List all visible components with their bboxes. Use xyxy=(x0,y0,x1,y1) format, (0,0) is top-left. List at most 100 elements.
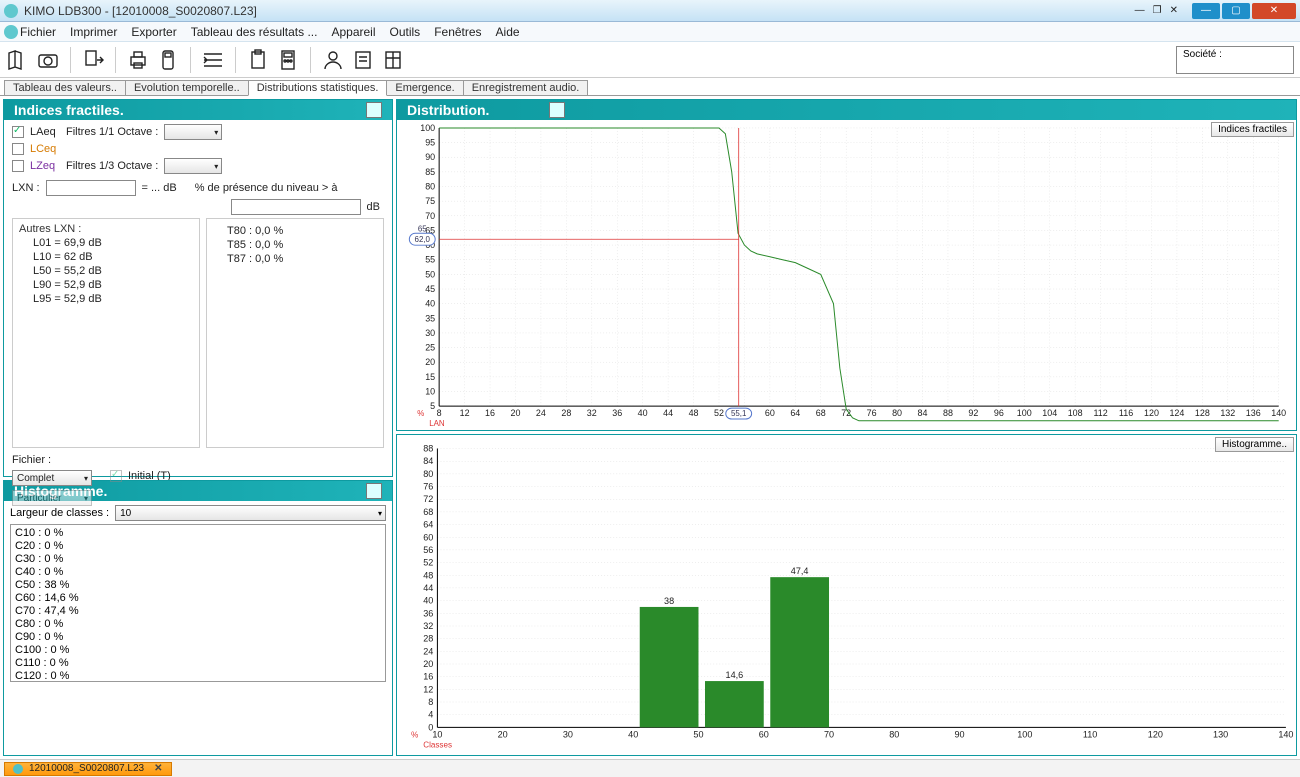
svg-text:60: 60 xyxy=(759,729,769,739)
t-item: T85 : 0,0 % xyxy=(227,239,377,251)
checkbox-lzeq[interactable] xyxy=(12,160,24,172)
toolbar: Société : xyxy=(0,42,1300,78)
tab-distributions[interactable]: Distributions statistiques. xyxy=(248,80,388,96)
menu-item[interactable]: Fenêtres xyxy=(434,25,481,39)
svg-text:36: 36 xyxy=(423,608,433,618)
fichier-select[interactable]: Complet xyxy=(12,470,92,486)
svg-text:110: 110 xyxy=(1083,729,1097,739)
lxn-input[interactable] xyxy=(46,180,136,196)
mdi-close-icon[interactable]: ✕ xyxy=(1170,5,1178,16)
clipboard-icon[interactable] xyxy=(246,48,270,72)
mdi-min-icon[interactable]: — xyxy=(1135,5,1145,16)
task-label: 12010008_S0020807.L23 xyxy=(29,763,144,774)
select-filter-13[interactable] xyxy=(164,158,222,174)
book-icon[interactable] xyxy=(6,48,30,72)
tab-audio[interactable]: Enregistrement audio. xyxy=(463,80,589,95)
menu-item[interactable]: Appareil xyxy=(331,25,375,39)
svg-text:80: 80 xyxy=(889,729,899,739)
svg-text:5: 5 xyxy=(430,401,435,411)
svg-text:28: 28 xyxy=(561,408,571,418)
sheet-icon[interactable] xyxy=(381,48,405,72)
menu-item[interactable]: Outils xyxy=(390,25,421,39)
label-laeq: LAeq xyxy=(30,126,60,138)
svg-text:140: 140 xyxy=(1278,729,1293,739)
svg-text:120: 120 xyxy=(1148,729,1163,739)
svg-text:52: 52 xyxy=(423,558,433,568)
panel-indices: Indices fractiles. LAeq Filtres 1/1 Octa… xyxy=(3,99,393,477)
largeur-select[interactable]: 10 xyxy=(115,505,386,521)
indent-icon[interactable] xyxy=(201,48,225,72)
menu-item[interactable]: Fichier xyxy=(20,25,56,39)
mdi-restore-icon[interactable]: ❐ xyxy=(1153,5,1162,16)
menu-item[interactable]: Exporter xyxy=(131,25,176,39)
svg-text:40: 40 xyxy=(423,596,433,606)
device-icon[interactable] xyxy=(156,48,180,72)
menu-item[interactable]: Imprimer xyxy=(70,25,117,39)
svg-text:40: 40 xyxy=(425,299,435,309)
tab-emergence[interactable]: Emergence. xyxy=(386,80,463,95)
svg-text:120: 120 xyxy=(1144,408,1159,418)
svg-text:25: 25 xyxy=(425,343,435,353)
svg-text:44: 44 xyxy=(663,408,673,418)
svg-text:80: 80 xyxy=(425,181,435,191)
svg-text:20: 20 xyxy=(510,408,520,418)
task-close-icon[interactable]: ✕ xyxy=(154,763,162,774)
svg-text:72: 72 xyxy=(423,494,433,504)
copy-icon[interactable] xyxy=(366,483,382,499)
close-button[interactable]: ✕ xyxy=(1252,3,1296,19)
checkbox-laeq[interactable] xyxy=(12,126,24,138)
camera-icon[interactable] xyxy=(36,48,60,72)
copy-icon[interactable] xyxy=(366,102,382,118)
svg-text:100: 100 xyxy=(1017,408,1032,418)
svg-text:38: 38 xyxy=(664,596,674,606)
histogram-chart[interactable]: 0481216202428323640444852566064687276808… xyxy=(397,435,1296,755)
presence-input[interactable] xyxy=(231,199,361,215)
svg-text:16: 16 xyxy=(423,672,433,682)
user-icon[interactable] xyxy=(321,48,345,72)
note-icon[interactable] xyxy=(351,48,375,72)
svg-text:112: 112 xyxy=(1093,408,1107,418)
svg-text:8: 8 xyxy=(428,697,433,707)
societe-box: Société : xyxy=(1176,46,1294,74)
checkbox-initial xyxy=(110,470,122,482)
tab-valeurs[interactable]: Tableau des valeurs.. xyxy=(4,80,126,95)
printer-icon[interactable] xyxy=(126,48,150,72)
taskbar-item[interactable]: 12010008_S0020807.L23 ✕ xyxy=(4,762,172,776)
svg-text:%: % xyxy=(417,409,424,418)
histogramme-button[interactable]: Histogramme.. xyxy=(1215,437,1294,452)
class-list[interactable]: C10 : 0 % C20 : 0 % C30 : 0 % C40 : 0 % … xyxy=(10,524,386,682)
calculator-icon[interactable] xyxy=(276,48,300,72)
checkbox-lceq[interactable] xyxy=(12,143,24,155)
svg-text:136: 136 xyxy=(1246,408,1261,418)
svg-text:55: 55 xyxy=(425,255,435,265)
largeur-label: Largeur de classes : xyxy=(10,507,109,519)
select-filter-11[interactable] xyxy=(164,124,222,140)
logo-icon xyxy=(4,25,18,39)
panel-histogramme-config: Histogramme. Largeur de classes : 10 C10… xyxy=(3,480,393,756)
page-arrow-icon[interactable] xyxy=(81,48,105,72)
indices-fractiles-button[interactable]: Indices fractiles xyxy=(1211,122,1294,137)
svg-text:8: 8 xyxy=(437,408,442,418)
svg-text:56: 56 xyxy=(423,545,433,555)
svg-text:10: 10 xyxy=(432,729,442,739)
svg-text:90: 90 xyxy=(955,729,965,739)
tab-evolution[interactable]: Evolution temporelle.. xyxy=(125,80,249,95)
lxn-item: L95 = 52,9 dB xyxy=(33,293,193,305)
svg-text:108: 108 xyxy=(1068,408,1083,418)
class-item: C40 : 0 % xyxy=(15,566,381,579)
presence-label: % de présence du niveau > à xyxy=(195,182,338,194)
menu-item[interactable]: Aide xyxy=(496,25,520,39)
class-item: C70 : 47,4 % xyxy=(15,605,381,618)
t-item: T80 : 0,0 % xyxy=(227,225,377,237)
svg-text:36: 36 xyxy=(612,408,622,418)
maximize-button[interactable]: ▢ xyxy=(1222,3,1250,19)
copy-icon[interactable] xyxy=(549,102,565,118)
minimize-button[interactable]: — xyxy=(1192,3,1220,19)
presence-box: T80 : 0,0 % T85 : 0,0 % T87 : 0,0 % xyxy=(206,218,384,448)
distribution-chart[interactable]: 5101520253035404550556065707580859095100… xyxy=(397,120,1296,428)
t-item: T87 : 0,0 % xyxy=(227,253,377,265)
menu-item[interactable]: Tableau des résultats ... xyxy=(191,25,318,39)
panel-header-dist: Distribution. xyxy=(397,100,1296,120)
svg-text:76: 76 xyxy=(867,408,877,418)
svg-text:85: 85 xyxy=(425,167,435,177)
